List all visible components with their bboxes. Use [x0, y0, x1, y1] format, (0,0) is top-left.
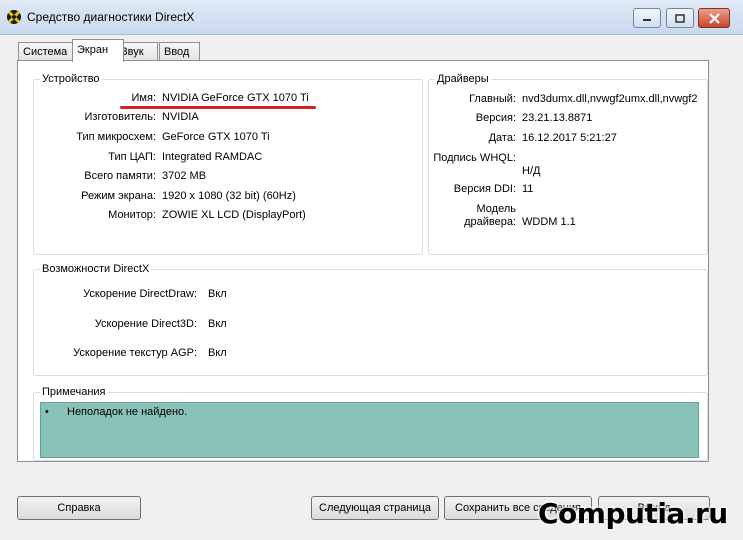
device-value-total-memory: 3702 MB: [162, 170, 207, 182]
device-label-total-memory: Всего памяти:: [84, 170, 156, 182]
notes-group-title: Примечания: [40, 386, 108, 398]
minimize-icon: [643, 19, 651, 21]
driver-label-model-line1: Модель: [476, 203, 516, 215]
notes-bullet: •: [45, 406, 49, 418]
device-value-dac-type: Integrated RAMDAC: [162, 151, 263, 163]
notes-item: Неполадок не найдено.: [67, 406, 188, 418]
device-value-chip-type: GeForce GTX 1070 Ti: [162, 131, 270, 143]
maximize-icon: [675, 13, 685, 23]
maximize-button[interactable]: [666, 8, 694, 28]
driver-label-date: Дата:: [488, 132, 516, 144]
device-label-display-mode: Режим экрана:: [81, 190, 156, 202]
help-button[interactable]: Справка: [17, 496, 141, 520]
device-group-title: Устройство: [40, 73, 102, 85]
minimize-button[interactable]: [633, 8, 661, 28]
driver-label-main: Главный:: [469, 93, 516, 105]
device-label-chip-type: Тип микросхем:: [76, 131, 156, 143]
device-label-dac-type: Тип ЦАП:: [108, 151, 156, 163]
title-bar[interactable]: Средство диагностики DirectX: [0, 0, 743, 35]
tab-input[interactable]: Ввод: [159, 42, 200, 61]
driver-label-whql: Подпись WHQL:: [433, 152, 516, 164]
feature-value-directdraw: Вкл: [208, 288, 227, 300]
close-icon: [708, 12, 720, 24]
tab-display[interactable]: Экран: [72, 39, 124, 62]
device-label-manufacturer: Изготовитель:: [84, 111, 157, 123]
driver-value-ddi-version: 11: [522, 183, 534, 195]
feature-label-agp: Ускорение текстур AGP:: [73, 347, 197, 359]
driver-label-ddi-version: Версия DDI:: [453, 183, 516, 195]
driver-value-model: WDDM 1.1: [522, 216, 576, 228]
feature-label-directdraw: Ускорение DirectDraw:: [83, 288, 197, 300]
features-group-title: Возможности DirectX: [40, 263, 152, 275]
device-value-manufacturer: NVIDIA: [162, 111, 199, 123]
close-button[interactable]: [698, 8, 730, 28]
watermark: Computia.ru: [538, 497, 728, 530]
driver-value-whql: Н/Д: [522, 165, 541, 177]
driver-value-date: 16.12.2017 5:21:27: [522, 132, 617, 144]
drivers-group-title: Драйверы: [435, 73, 491, 85]
device-label-name: Имя:: [131, 92, 156, 104]
device-value-name: NVIDIA GeForce GTX 1070 Ti: [162, 92, 309, 104]
window-title: Средство диагностики DirectX: [27, 10, 195, 24]
device-value-display-mode: 1920 x 1080 (32 bit) (60Hz): [162, 190, 296, 202]
highlight-underline: [120, 106, 316, 109]
driver-value-main: nvd3dumx.dll,nvwgf2umx.dll,nvwgf2: [522, 93, 698, 105]
driver-label-model-line2: драйвера:: [464, 216, 516, 228]
drivers-group: Драйверы: [428, 73, 708, 255]
feature-value-direct3d: Вкл: [208, 318, 227, 330]
device-value-monitor: ZOWIE XL LCD (DisplayPort): [162, 209, 306, 221]
notes-box[interactable]: • Неполадок не найдено.: [40, 402, 699, 458]
feature-label-direct3d: Ускорение Direct3D:: [94, 318, 197, 330]
driver-value-version: 23.21.13.8871: [522, 112, 593, 124]
directx-app-icon: [7, 10, 21, 24]
device-label-monitor: Монитор:: [108, 209, 156, 221]
next-page-button[interactable]: Следующая страница: [311, 496, 439, 520]
feature-value-agp: Вкл: [208, 347, 227, 359]
driver-label-version: Версия:: [475, 112, 516, 124]
